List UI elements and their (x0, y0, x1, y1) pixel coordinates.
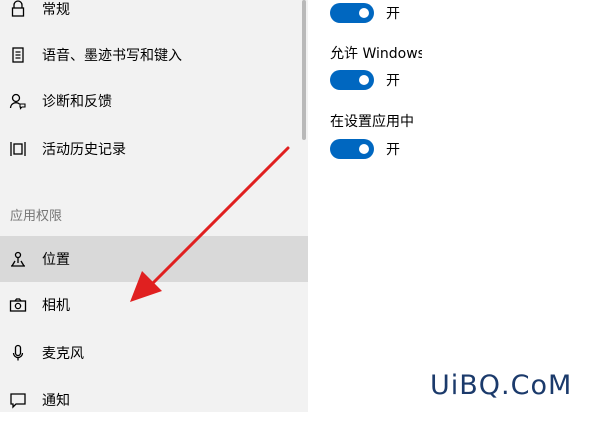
section-title-app-permissions: 应用权限 (10, 209, 63, 224)
sidebar-item-label: 通知 (42, 393, 70, 409)
toggle-switch[interactable] (330, 70, 374, 90)
toggle-switch[interactable] (330, 3, 374, 23)
setting-label-in-settings-app: 在设置应用中 (330, 114, 414, 130)
sidebar-item-location[interactable]: 位置 (0, 236, 308, 282)
sidebar-item-speech-inking[interactable]: 语音、墨迹书写和键入 (0, 32, 308, 78)
sidebar-item-general[interactable]: 常规 (0, 0, 308, 32)
sidebar-item-label: 相机 (42, 298, 70, 314)
microphone-icon (8, 343, 28, 363)
feedback-icon (8, 91, 28, 111)
settings-sidebar: 常规 语音、墨迹书写和键入 诊断和反馈 活动历史记录 应用权限 位置 相机 麦克… (0, 0, 308, 412)
location-icon (8, 249, 28, 269)
sidebar-item-label: 语音、墨迹书写和键入 (42, 48, 182, 64)
sidebar-item-diagnostics[interactable]: 诊断和反馈 (0, 78, 308, 124)
toggle-switch[interactable] (330, 139, 374, 159)
toggle-state-label: 开 (386, 73, 400, 89)
sidebar-item-microphone[interactable]: 麦克风 (0, 330, 308, 376)
sidebar-item-notifications[interactable]: 通知 (0, 377, 308, 423)
sidebar-item-label: 活动历史记录 (42, 142, 126, 158)
timeline-icon (8, 139, 28, 159)
toggle-state-label: 开 (386, 142, 400, 158)
camera-icon (8, 295, 28, 315)
setting-label-allow-windows: 允许 Windows (330, 46, 422, 62)
sidebar-item-label: 位置 (42, 252, 70, 268)
toggle-row: 开 (330, 139, 400, 159)
notepad-icon (8, 45, 28, 65)
sidebar-item-camera[interactable]: 相机 (0, 282, 308, 328)
toggle-row: 开 (330, 70, 400, 90)
toggle-row: 开 (330, 3, 400, 23)
sidebar-item-activity-history[interactable]: 活动历史记录 (0, 126, 308, 172)
lock-icon (8, 0, 28, 19)
toggle-state-label: 开 (386, 6, 400, 22)
notification-icon (8, 390, 28, 410)
sidebar-item-label: 诊断和反馈 (42, 94, 112, 110)
sidebar-item-label: 麦克风 (42, 346, 84, 362)
watermark: UiBQ.CoM (430, 370, 573, 401)
sidebar-item-label: 常规 (42, 2, 70, 18)
settings-main-panel: 开 允许 Windows 开 在设置应用中 开 (308, 0, 604, 412)
